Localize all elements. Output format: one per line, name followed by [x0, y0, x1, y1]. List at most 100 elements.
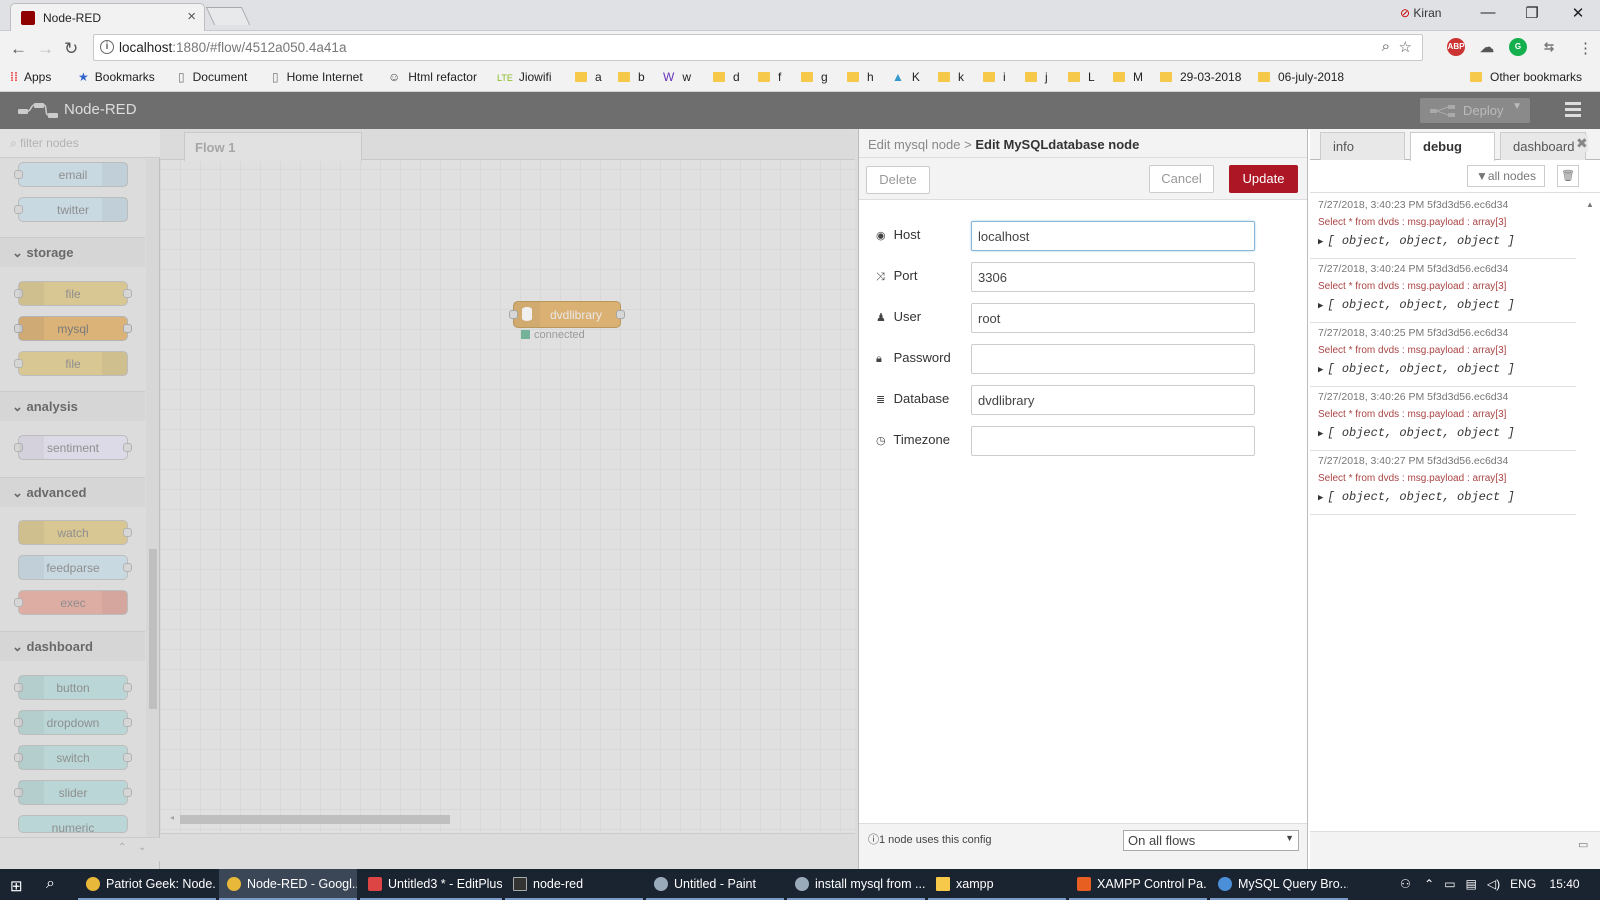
trash-icon: 🗑︎ — [1561, 170, 1575, 182]
expand-arrow-icon: ▶ — [1318, 493, 1324, 503]
tray-title: Edit MySQLdatabase node — [975, 137, 1140, 152]
bookmark-other[interactable]: Other bookmarks — [1470, 70, 1582, 84]
field-timezone: ◷ Timezone — [876, 426, 1276, 456]
chrome-profile[interactable]: ⊘ Kiran — [1400, 6, 1441, 20]
bookmark-k-upper[interactable]: ▲ K — [892, 70, 920, 84]
bookmark-jiowifi[interactable]: LTE Jiowifi — [497, 70, 552, 84]
debug-message[interactable]: 7/27/2018, 3:40:25 PM 5f3d3d56.ec6d34 Se… — [1310, 323, 1576, 387]
bookmark-home-internet[interactable]: ▯ Home Internet — [272, 70, 363, 84]
password-input[interactable] — [971, 344, 1255, 374]
close-window-icon[interactable]: ✕ — [1568, 4, 1588, 22]
taskbar-item-node-red-console[interactable]: node-red — [505, 869, 643, 900]
network-icon[interactable]: ▤ — [1466, 877, 1477, 891]
sidebar-scrollbar[interactable]: ▲ — [1586, 195, 1598, 835]
main-menu-icon[interactable] — [1565, 102, 1581, 120]
info-icon: ⓘ — [868, 834, 879, 846]
bookmark-j[interactable]: j — [1025, 70, 1048, 84]
user-input[interactable] — [971, 303, 1255, 333]
bookmark-a[interactable]: a — [575, 70, 602, 84]
volume-icon[interactable]: ◁) — [1487, 877, 1500, 891]
tab-info[interactable]: info — [1320, 132, 1405, 160]
filter-icon: ▼ — [1476, 169, 1488, 183]
tab-debug[interactable]: debug — [1410, 132, 1495, 161]
debug-filter-button[interactable]: ▼all nodes — [1467, 165, 1545, 187]
browser-tab[interactable]: Node-RED × — [10, 3, 205, 31]
restore-icon[interactable]: ❐ — [1522, 4, 1542, 22]
scope-select[interactable]: ▼ On all flows — [1123, 830, 1299, 851]
minimize-icon[interactable]: — — [1478, 4, 1498, 21]
taskbar-item-editplus[interactable]: Untitled3 * - EditPlus — [360, 869, 502, 900]
bookmark-g[interactable]: g — [801, 70, 828, 84]
app-title: Node-RED — [64, 101, 137, 118]
debug-message[interactable]: 7/27/2018, 3:40:23 PM 5f3d3d56.ec6d34 Se… — [1310, 195, 1576, 259]
adblock-icon[interactable]: ABP — [1447, 38, 1465, 56]
language-indicator[interactable]: ENG — [1510, 877, 1536, 891]
node-red-favicon — [21, 11, 35, 25]
bookmark-apps[interactable]: ⁞⁞ Apps — [10, 70, 51, 84]
random-icon: ⤨ — [876, 271, 885, 283]
cancel-button[interactable]: Cancel — [1149, 165, 1214, 193]
debug-message[interactable]: 7/27/2018, 3:40:27 PM 5f3d3d56.ec6d34 Se… — [1310, 451, 1576, 515]
bookmark-star-icon[interactable]: ☆ — [1399, 38, 1412, 56]
bookmark-w[interactable]: Ww — [663, 70, 691, 84]
deploy-button[interactable]: Deploy ▼ — [1420, 98, 1530, 123]
debug-message-list: 7/27/2018, 3:40:23 PM 5f3d3d56.ec6d34 Se… — [1310, 195, 1586, 715]
port-input[interactable] — [971, 262, 1255, 292]
tab-dashboard[interactable]: dashboard — [1500, 132, 1586, 160]
update-button[interactable]: Update — [1229, 165, 1298, 193]
bookmark-b[interactable]: b — [618, 70, 645, 84]
taskbar-item-xampp-folder[interactable]: xampp — [928, 869, 1066, 900]
clock[interactable]: 15:40 — [1550, 877, 1580, 891]
taskbar-item-chrome-node-red[interactable]: Node-RED - Googl... — [219, 869, 357, 900]
timezone-input[interactable] — [971, 426, 1255, 456]
bookmark-06-july-2018[interactable]: 06-july-2018 — [1258, 70, 1344, 84]
bookmark-29-03-2018[interactable]: 29-03-2018 — [1160, 70, 1241, 84]
reload-icon[interactable]: ↻ — [64, 39, 78, 59]
cloud-icon[interactable]: ☁ — [1478, 38, 1496, 56]
taskbar-item-xampp-control[interactable]: XAMPP Control Pa... — [1069, 869, 1207, 900]
bookmark-i[interactable]: i — [983, 70, 1006, 84]
new-tab-button[interactable] — [205, 7, 251, 25]
close-tab-icon[interactable]: × — [187, 8, 196, 25]
extension-icon[interactable]: ⇆ — [1540, 38, 1558, 56]
debug-message[interactable]: 7/27/2018, 3:40:24 PM 5f3d3d56.ec6d34 Se… — [1310, 259, 1576, 323]
host-input[interactable] — [971, 221, 1255, 251]
expand-arrow-icon: ▶ — [1318, 301, 1324, 311]
windows-taskbar: ⊞ ⌕ Patriot Geek: Node... Node-RED - Goo… — [0, 869, 1600, 900]
monitor-icon[interactable]: ▭ — [1578, 838, 1588, 851]
people-icon[interactable]: ⚇ — [1400, 877, 1411, 891]
windows-start-icon[interactable]: ⊞ — [10, 877, 23, 895]
site-info-icon[interactable]: i — [100, 40, 114, 54]
taskbar-item-paint[interactable]: Untitled - Paint — [646, 869, 784, 900]
forward-icon[interactable]: → — [37, 39, 54, 59]
bookmark-f[interactable]: f — [758, 70, 781, 84]
breadcrumb[interactable]: Edit mysql node > — [868, 137, 972, 152]
grammarly-icon[interactable]: G — [1509, 38, 1527, 56]
taskbar-item-install-mysql[interactable]: install mysql from ... — [787, 869, 925, 900]
taskbar-item-mysql-query-browser[interactable]: MySQL Query Bro... — [1210, 869, 1348, 900]
delete-button[interactable]: Delete — [866, 166, 930, 194]
chrome-menu-icon[interactable]: ⋮ — [1578, 39, 1593, 57]
url-bar[interactable]: i localhost:1880/#flow/4512a050.4a41a ⌕ … — [93, 34, 1423, 61]
bookmark-d[interactable]: d — [713, 70, 740, 84]
close-tab-icon[interactable]: ✖ — [1576, 135, 1588, 152]
clear-debug-button[interactable]: 🗑︎ — [1557, 165, 1579, 187]
bookmark-document[interactable]: ▯ Document — [178, 70, 247, 84]
bookmark-h[interactable]: h — [847, 70, 874, 84]
database-input[interactable] — [971, 385, 1255, 415]
zoom-icon[interactable]: ⌕ — [1382, 38, 1390, 55]
deploy-caret-icon[interactable]: ▼ — [1512, 101, 1522, 112]
bookmark-html-refactor[interactable]: ☺ Html refactor — [388, 70, 477, 84]
bookmark-bookmarks[interactable]: ★ Bookmarks — [78, 70, 155, 84]
bookmark-k[interactable]: k — [938, 70, 964, 84]
battery-icon[interactable]: ▭ — [1444, 877, 1455, 891]
node-red-logo-icon — [18, 103, 58, 118]
bookmark-m[interactable]: M — [1113, 70, 1143, 84]
taskbar-item-chrome-patriot[interactable]: Patriot Geek: Node... — [78, 869, 216, 900]
debug-message[interactable]: 7/27/2018, 3:40:26 PM 5f3d3d56.ec6d34 Se… — [1310, 387, 1576, 451]
bookmark-l[interactable]: L — [1068, 70, 1095, 84]
back-icon[interactable]: ← — [10, 39, 27, 59]
search-icon[interactable]: ⌕ — [46, 875, 55, 893]
profile-name: Kiran — [1413, 6, 1442, 20]
chevron-up-icon[interactable]: ⌃ — [1424, 877, 1434, 891]
